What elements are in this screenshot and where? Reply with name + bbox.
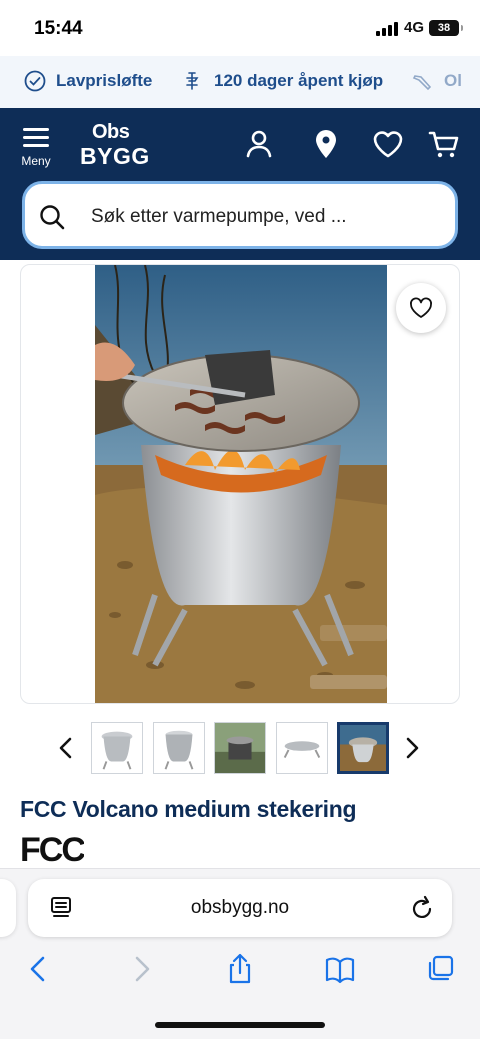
browser-toolbar: obsbygg.no (0, 868, 480, 1039)
product-title: FCC Volcano medium stekering (20, 796, 357, 822)
thumbnail-image (340, 725, 386, 771)
site-header: Meny Obs BYGG Søk etter varmepumpe, ved … (0, 108, 480, 260)
search-placeholder: Søk etter varmepumpe, ved ... (91, 206, 347, 227)
thumbnail[interactable] (276, 722, 328, 774)
return-icon (186, 72, 199, 90)
thumbnail-image (277, 723, 327, 773)
product-photo[interactable] (95, 265, 387, 703)
product-image-card[interactable] (20, 264, 460, 704)
thumbnail-carousel (0, 722, 480, 776)
wishlist-heart-icon[interactable] (372, 128, 404, 160)
logo-line1: Obs (92, 121, 130, 143)
usp-item-price-promise[interactable]: Lavprisløfte (24, 70, 152, 92)
url-text: obsbygg.no (190, 897, 290, 918)
usp-item-partial[interactable]: Ol (412, 70, 462, 92)
home-indicator[interactable] (155, 1022, 325, 1028)
usp-strip[interactable]: Lavprisløfte 120 dager åpent kjøp Ol (0, 56, 480, 108)
back-icon[interactable] (24, 953, 54, 985)
thumbnail-image (154, 723, 204, 773)
check-badge-icon (24, 70, 46, 92)
reload-icon[interactable] (410, 895, 434, 921)
thumbnail-image (215, 723, 265, 773)
thumbnail[interactable] (214, 722, 266, 774)
hamburger-icon (23, 128, 49, 148)
store-location-icon[interactable] (310, 128, 342, 160)
tabs-icon[interactable] (426, 953, 456, 985)
product-photo-illustration (95, 265, 387, 703)
menu-label: Meny (21, 154, 51, 168)
logo-line2: BYGG (80, 143, 150, 169)
thumbnail-selected[interactable] (337, 722, 389, 774)
previous-tab-edge[interactable] (0, 879, 16, 937)
usp-label: Lavprisløfte (56, 71, 153, 90)
usp-label: 120 dager åpent kjøp (214, 71, 384, 90)
thumbnail-image (92, 723, 142, 773)
search-icon (40, 205, 65, 230)
product-page: FCC Volcano medium stekering FCC (0, 260, 480, 870)
cart-icon[interactable] (428, 128, 460, 160)
user-icon[interactable] (243, 128, 275, 160)
thumbnail[interactable] (91, 722, 143, 774)
signal-icon (376, 22, 398, 36)
battery-icon: 38 (429, 20, 463, 36)
network-type: 4G (404, 19, 425, 36)
menu-button[interactable]: Meny (14, 126, 58, 178)
chevron-left-icon[interactable] (56, 736, 76, 760)
address-bar[interactable]: obsbygg.no (28, 879, 452, 937)
favorite-button[interactable] (396, 283, 446, 333)
share-icon[interactable] (225, 953, 255, 985)
obs-bygg-logo[interactable]: Obs BYGG (78, 120, 150, 170)
thumbnail[interactable] (153, 722, 205, 774)
search-input[interactable]: Søk etter varmepumpe, ved ... (22, 181, 458, 249)
usp-item-open-purchase[interactable]: 120 dager åpent kjøp (182, 70, 383, 92)
forward-icon[interactable] (126, 953, 156, 985)
status-bar: 15:44 4G 38 (0, 0, 480, 56)
chevron-right-icon[interactable] (402, 736, 422, 760)
status-time: 15:44 (34, 18, 83, 39)
brand-logo-fcc[interactable]: FCC (20, 832, 84, 864)
tool-icon (412, 75, 432, 91)
brand-text: FCC (20, 832, 84, 864)
usp-label: Ol (444, 71, 462, 90)
bookmarks-icon[interactable] (325, 953, 355, 985)
heart-icon (410, 297, 432, 318)
